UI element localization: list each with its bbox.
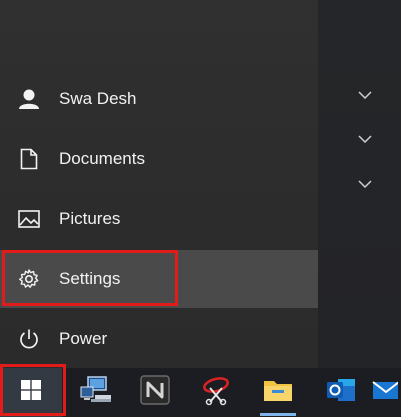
- power-icon: [16, 326, 42, 352]
- menu-item-settings[interactable]: Settings: [0, 250, 318, 308]
- taskbar: [0, 368, 401, 417]
- screen: Swa Desh Documents Pictures Settings Pow…: [0, 0, 401, 417]
- folder-icon: [263, 377, 293, 408]
- chevron-down-icon[interactable]: [356, 178, 374, 190]
- chevron-down-icon[interactable]: [356, 89, 374, 101]
- scissors-icon: [200, 374, 232, 411]
- chevron-down-icon[interactable]: [356, 133, 374, 145]
- active-app-indicator: [260, 413, 296, 416]
- menu-item-label: Documents: [59, 149, 145, 168]
- menu-item-label: Swa Desh: [59, 89, 137, 108]
- outlook-icon: [326, 376, 356, 409]
- n-app[interactable]: [130, 368, 180, 417]
- outlook-app[interactable]: [318, 368, 364, 417]
- menu-item-label: Power: [59, 329, 108, 348]
- computer-network-icon: [79, 375, 113, 410]
- snipping-tool-app[interactable]: [195, 368, 237, 417]
- gear-icon: [16, 266, 42, 292]
- document-icon: [16, 146, 42, 172]
- picture-icon: [16, 206, 42, 232]
- menu-item-user[interactable]: Swa Desh: [0, 70, 318, 128]
- mail-app[interactable]: [372, 368, 401, 417]
- mail-icon: [372, 379, 400, 406]
- remote-desktop-app[interactable]: [70, 368, 122, 417]
- menu-item-label: Pictures: [59, 209, 121, 228]
- n-logo-icon: [140, 375, 170, 410]
- windows-logo-icon: [21, 380, 41, 405]
- menu-item-label: Settings: [59, 269, 121, 288]
- user-icon: [16, 86, 42, 112]
- file-explorer-app[interactable]: [255, 368, 301, 417]
- menu-item-documents[interactable]: Documents: [0, 130, 318, 188]
- menu-item-pictures[interactable]: Pictures: [0, 190, 318, 248]
- menu-item-power[interactable]: Power: [0, 310, 318, 368]
- start-button[interactable]: [0, 368, 62, 417]
